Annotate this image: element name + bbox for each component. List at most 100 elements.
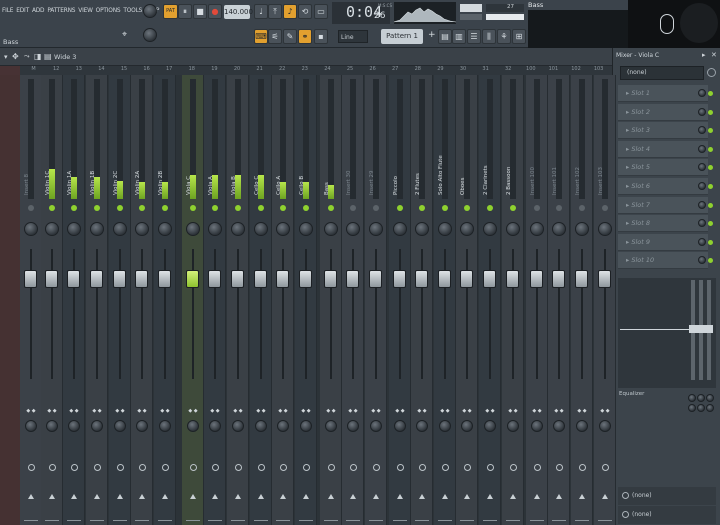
route-triangle-icon[interactable] bbox=[212, 494, 218, 499]
effect-slot[interactable]: ▸ Slot 3 bbox=[618, 122, 713, 140]
pan-knob[interactable] bbox=[393, 222, 407, 236]
track-enable-led[interactable] bbox=[303, 205, 309, 211]
menu-tools[interactable]: TOOLS bbox=[123, 6, 142, 14]
panel-menu-icon[interactable]: ▸ bbox=[702, 51, 706, 59]
volume-fader[interactable] bbox=[276, 270, 289, 288]
slot-mix-knob[interactable] bbox=[698, 219, 706, 228]
volume-fader[interactable] bbox=[552, 270, 565, 288]
slot-enable-led[interactable] bbox=[708, 91, 713, 96]
mixer-track[interactable]: Insert 103 ◆ ◆ bbox=[594, 75, 616, 525]
panel-power-icon[interactable] bbox=[707, 68, 716, 77]
volume-fader[interactable] bbox=[438, 270, 451, 288]
stereo-knob[interactable] bbox=[461, 420, 473, 432]
slot-mix-knob[interactable] bbox=[698, 182, 706, 190]
volume-fader[interactable] bbox=[45, 270, 58, 288]
add-pattern-icon[interactable]: + bbox=[428, 30, 436, 43]
pan-knob[interactable] bbox=[24, 222, 38, 236]
track-enable-led[interactable] bbox=[328, 205, 334, 211]
route-arrows-icon[interactable]: ◆ ◆ bbox=[368, 408, 384, 414]
pan-knob[interactable] bbox=[506, 222, 520, 236]
volume-fader[interactable] bbox=[90, 270, 103, 288]
mixer-track[interactable]: 2 Clarinets ◆ ◆ bbox=[479, 75, 501, 525]
track-enable-led[interactable] bbox=[419, 205, 425, 211]
pan-knob[interactable] bbox=[186, 222, 200, 236]
piano-roll-icon[interactable]: ▥ bbox=[452, 29, 466, 44]
snap-selector[interactable]: Line bbox=[338, 30, 368, 43]
mixer-track[interactable]: 2 Flutes ◆ ◆ bbox=[411, 75, 433, 525]
mixer-track[interactable]: Violin 2B ◆ ◆ bbox=[154, 75, 176, 525]
route-triangle-icon[interactable] bbox=[258, 494, 264, 499]
route-arrows-icon[interactable]: ◆ ◆ bbox=[597, 408, 613, 414]
track-enable-led[interactable] bbox=[235, 205, 241, 211]
effect-slot[interactable]: ▸ Slot 6 bbox=[618, 178, 713, 195]
phase-icon[interactable] bbox=[28, 464, 35, 471]
record-mode-icon[interactable]: ▪ bbox=[314, 29, 328, 44]
pan-knob[interactable] bbox=[67, 222, 81, 236]
pan-knob[interactable] bbox=[483, 222, 497, 236]
phase-icon[interactable] bbox=[71, 464, 78, 471]
phase-icon[interactable] bbox=[328, 464, 335, 471]
effect-slot[interactable]: ▸ Slot 1 bbox=[618, 85, 713, 102]
pat-mode-button[interactable]: PAT bbox=[163, 4, 178, 19]
stereo-knob[interactable] bbox=[277, 420, 289, 432]
effect-slot[interactable]: ▸ Slot 5 bbox=[618, 159, 713, 177]
stereo-knob[interactable] bbox=[484, 420, 496, 432]
stereo-knob[interactable] bbox=[136, 420, 148, 432]
volume-fader[interactable] bbox=[67, 270, 80, 288]
pan-knob[interactable] bbox=[113, 222, 127, 236]
pan-knob[interactable] bbox=[45, 222, 59, 236]
close-icon[interactable]: ✕ bbox=[711, 51, 717, 59]
stereo-knob[interactable] bbox=[232, 420, 244, 432]
phase-icon[interactable] bbox=[487, 464, 494, 471]
pan-knob[interactable] bbox=[208, 222, 222, 236]
track-enable-led[interactable] bbox=[602, 205, 608, 211]
pan-knob[interactable] bbox=[369, 222, 383, 236]
route-triangle-icon[interactable] bbox=[487, 494, 493, 499]
route-triangle-icon[interactable] bbox=[49, 494, 55, 499]
route-triangle-icon[interactable] bbox=[397, 494, 403, 499]
move-icon[interactable]: ✥ bbox=[12, 52, 19, 61]
track-enable-led[interactable] bbox=[442, 205, 448, 211]
pattern-selector[interactable]: Pattern 1 bbox=[381, 29, 423, 44]
route-arrows-icon[interactable]: ◆ ◆ bbox=[207, 408, 223, 414]
mixer-track[interactable]: Insert 8 ◆ ◆ bbox=[20, 75, 42, 525]
pan-knob[interactable] bbox=[324, 222, 338, 236]
slot-mix-knob[interactable] bbox=[698, 126, 706, 135]
link-icon[interactable]: ⚭ bbox=[298, 29, 312, 44]
volume-fader[interactable] bbox=[460, 270, 473, 288]
stereo-knob[interactable] bbox=[46, 420, 58, 432]
slot-mix-knob[interactable] bbox=[698, 200, 706, 209]
mixer-icon[interactable]: ⚟ bbox=[268, 29, 282, 44]
route-arrows-icon[interactable]: ◆ ◆ bbox=[482, 408, 498, 414]
route-arrows-icon[interactable]: ◆ ◆ bbox=[298, 408, 314, 414]
effect-slot[interactable]: ▸ Slot 10 bbox=[618, 252, 713, 270]
route-triangle-icon[interactable] bbox=[510, 494, 516, 499]
route-arrows-icon[interactable]: ◆ ◆ bbox=[185, 408, 201, 414]
effect-slot[interactable]: ▸ Slot 8 bbox=[618, 215, 713, 233]
eq-knob-1[interactable] bbox=[688, 394, 696, 402]
route-arrows-icon[interactable]: ◆ ◆ bbox=[392, 408, 408, 414]
effect-slot[interactable]: ▸ Slot 4 bbox=[618, 140, 713, 158]
slot-enable-led[interactable] bbox=[708, 109, 713, 115]
route-arrows-icon[interactable]: ◆ ◆ bbox=[112, 408, 128, 414]
eq-knob-4[interactable] bbox=[688, 404, 696, 412]
mixer-track[interactable]: Piccolo ◆ ◆ bbox=[389, 75, 411, 525]
route-triangle-icon[interactable] bbox=[162, 494, 168, 499]
route-triangle-icon[interactable] bbox=[419, 494, 425, 499]
mixer-track[interactable]: Oboes ◆ ◆ bbox=[456, 75, 478, 525]
mixer-track[interactable]: Solo Alto Flute ◆ ◆ bbox=[434, 75, 456, 525]
pan-knob[interactable] bbox=[460, 222, 474, 236]
phase-icon[interactable] bbox=[442, 464, 449, 471]
stereo-knob[interactable] bbox=[599, 420, 611, 432]
stereo-knob[interactable] bbox=[114, 420, 126, 432]
tempo-display[interactable]: 140.000 bbox=[224, 5, 253, 19]
volume-fader[interactable] bbox=[324, 270, 337, 288]
metronome-icon[interactable]: ♩ bbox=[254, 4, 268, 19]
route-triangle-icon[interactable] bbox=[579, 494, 585, 499]
pan-knob[interactable] bbox=[530, 222, 544, 236]
phase-icon[interactable] bbox=[117, 464, 124, 471]
mixer-track[interactable]: Viola C ◆ ◆ bbox=[182, 75, 204, 525]
phase-icon[interactable] bbox=[556, 464, 563, 471]
playlist-icon[interactable]: ▤ bbox=[438, 29, 452, 44]
track-enable-led[interactable] bbox=[139, 205, 145, 211]
